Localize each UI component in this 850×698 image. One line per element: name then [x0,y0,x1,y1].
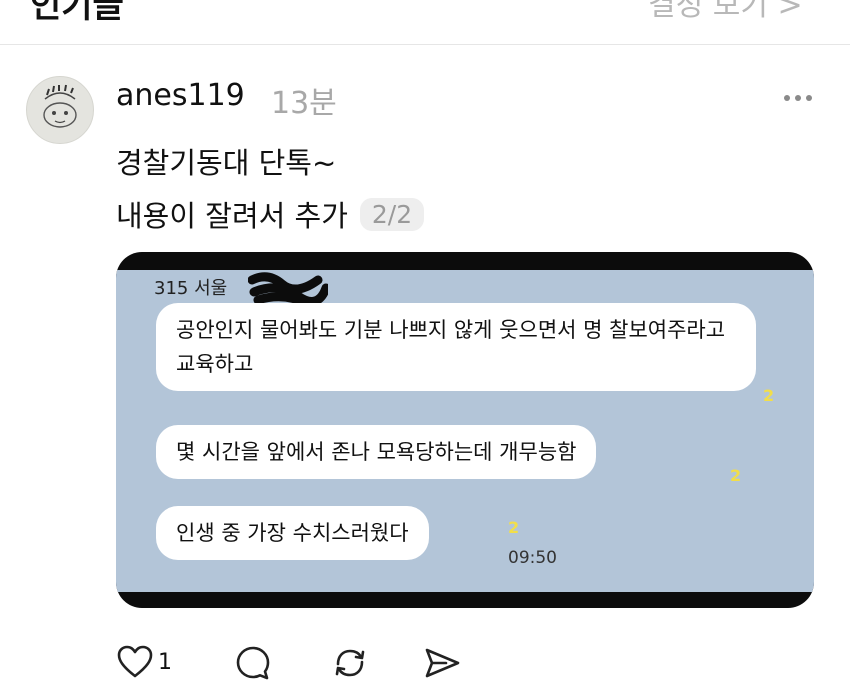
chat-screenshot: 315 서울 공안인지 물어봐도 기분 나쁘지 않게 웃으면서 명 찰보여주라고… [116,270,814,592]
like-button[interactable]: 1 [116,644,172,680]
page-indicator-badge: 2/2 [359,197,425,231]
repost-button[interactable] [330,644,370,682]
post-text-line2: 내용이 잘려서 추가 2/2 [116,193,425,235]
chat-bubble: 몇 시간을 앞에서 존나 모욕당하는데 개무능함 [156,425,597,479]
chat-bubble: 공안인지 물어봐도 기분 나쁘지 않게 웃으면서 명 찰보여주라고 교육하고 [156,303,756,391]
share-icon [425,648,460,678]
chat-timestamp: 09:50 [508,548,557,568]
chat-sender: 315 서울 [154,278,228,299]
top-bar: 인기글 결정 보기 > [0,0,850,45]
comment-button[interactable] [234,644,272,682]
unread-count: 2 [763,386,775,405]
comment-icon [236,646,270,680]
post-time: 13분 [271,86,337,121]
page-title: 인기글 [30,0,124,26]
dot [795,95,801,101]
unread-count: 2 [730,466,742,485]
top-right-link[interactable]: 결정 보기 > [648,0,803,24]
post-actions: 1 [116,644,476,684]
repost-icon [335,649,365,677]
chat-bubble: 인생 중 가장 수치스러웠다 [156,506,429,560]
heart-icon [117,645,153,678]
post-text-line2-text: 내용이 잘려서 추가 [116,199,348,233]
post-text-line1: 경찰기동대 단톡~ [116,146,337,180]
author-name[interactable]: anes119 [116,78,245,113]
dot [784,95,790,101]
more-options-icon[interactable] [780,88,816,108]
share-button[interactable] [422,644,462,682]
like-count: 1 [158,649,172,675]
avatar[interactable] [26,76,94,144]
avatar-drawing [43,84,77,128]
attached-image[interactable]: 315 서울 공안인지 물어봐도 기분 나쁘지 않게 웃으면서 명 찰보여주라고… [116,252,814,608]
dot [806,95,812,101]
unread-count: 2 [508,518,520,537]
